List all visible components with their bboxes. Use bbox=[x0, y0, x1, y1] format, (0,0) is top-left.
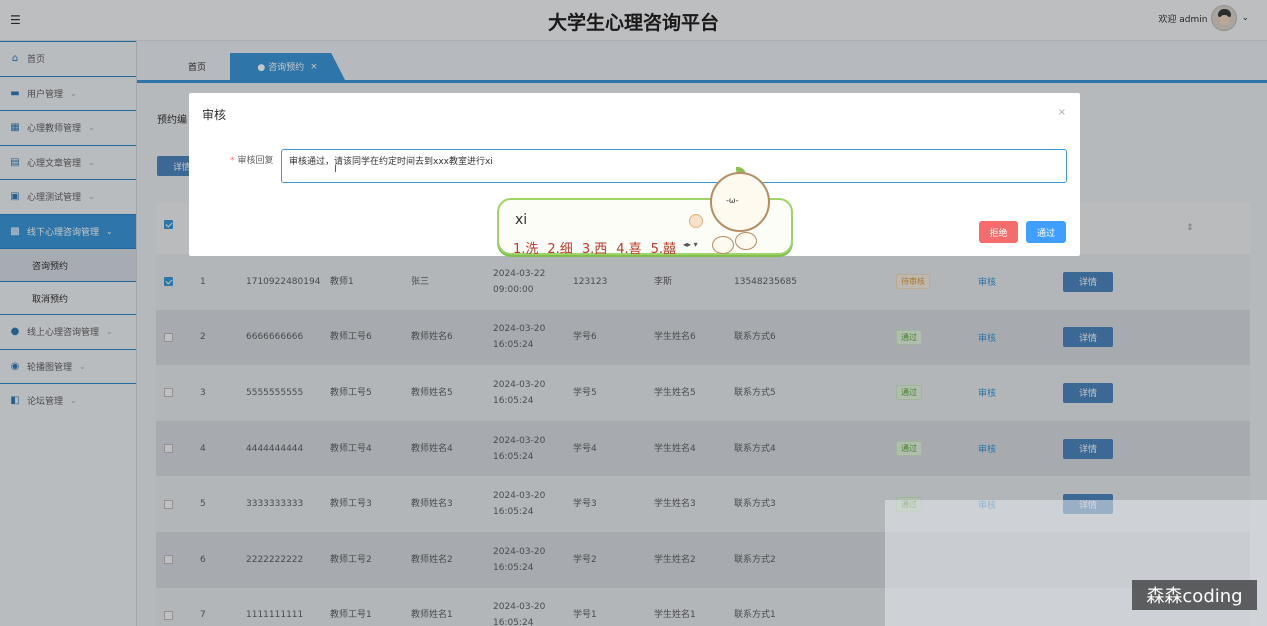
reply-label: * 审核回复 bbox=[230, 153, 274, 166]
mini-mascot-icon bbox=[712, 236, 734, 254]
mini-mascot-icon bbox=[735, 232, 757, 250]
close-icon[interactable]: × bbox=[1058, 107, 1066, 118]
reply-textarea[interactable]: 审核通过，请该同学在约定时间去到xxx教室进行xi bbox=[281, 149, 1067, 183]
ime-candidate[interactable]: 5.囍 bbox=[651, 238, 676, 257]
ime-candidate[interactable]: 2.细 bbox=[547, 238, 572, 257]
ime-mascot: -ω- bbox=[710, 172, 770, 232]
dialog-title: 审核 bbox=[202, 108, 227, 122]
ime-composition: xi bbox=[515, 212, 528, 228]
mascot-face: -ω- bbox=[726, 196, 739, 205]
watermark: 森森coding bbox=[1132, 580, 1257, 610]
required-mark: * bbox=[230, 156, 235, 166]
reply-label-text: 审核回复 bbox=[237, 156, 274, 166]
pass-button[interactable]: 通过 bbox=[1026, 221, 1066, 243]
ime-candidates: 1.洗 2.细 3.西 4.喜 5.囍 bbox=[513, 238, 676, 257]
ime-page-controls[interactable]: ◂▸ ▾ bbox=[683, 240, 698, 249]
ime-candidate[interactable]: 3.西 bbox=[582, 238, 607, 257]
ime-skin-icon[interactable] bbox=[689, 214, 703, 228]
reject-button[interactable]: 拒绝 bbox=[979, 221, 1018, 243]
ime-candidate[interactable]: 4.喜 bbox=[616, 238, 641, 257]
text-cursor-icon: I bbox=[334, 164, 337, 175]
ime-candidate[interactable]: 1.洗 bbox=[513, 238, 538, 257]
